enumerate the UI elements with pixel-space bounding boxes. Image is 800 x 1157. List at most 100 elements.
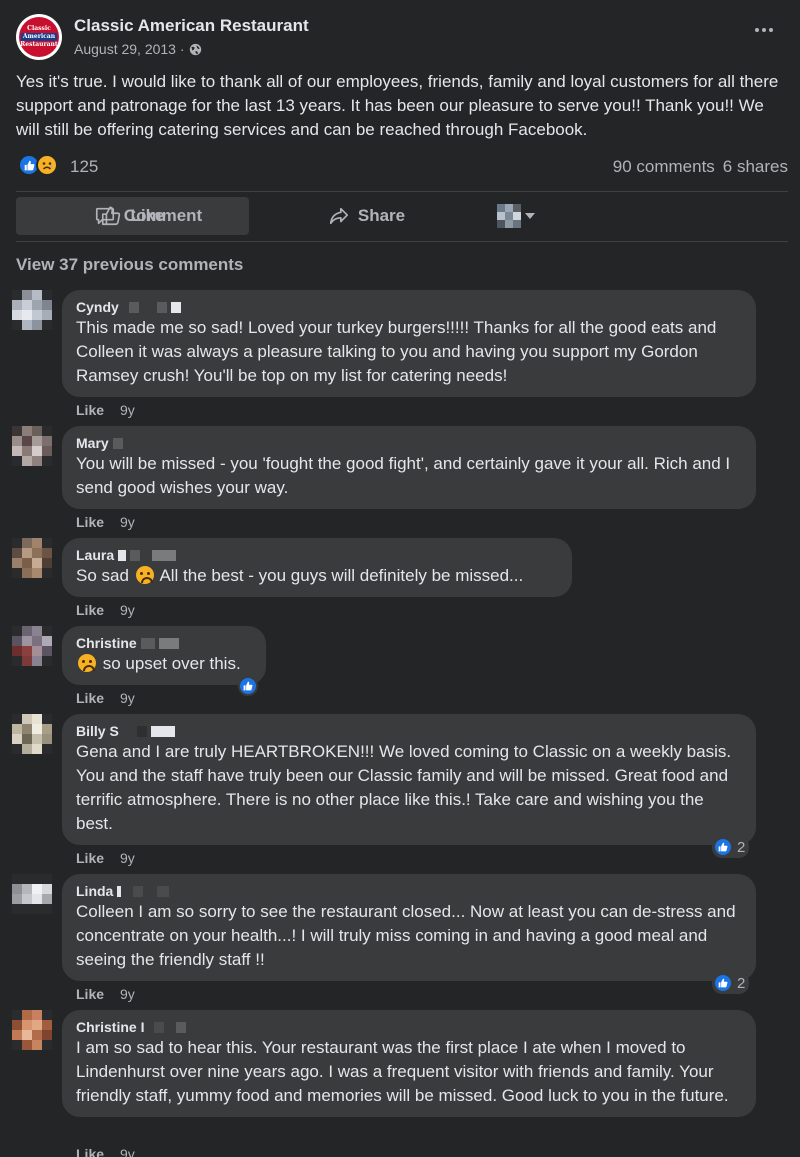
- like-reaction-icon: [713, 837, 733, 857]
- comment-meta: Like 9y: [76, 402, 135, 418]
- more-options-button[interactable]: [750, 20, 778, 40]
- comment-button[interactable]: Comment: [28, 197, 268, 235]
- commenter-avatar[interactable]: [12, 714, 52, 754]
- comment-text: Colleen I am so sorry to see the restaur…: [76, 902, 736, 969]
- redacted-name: [136, 725, 147, 737]
- commenter-avatar[interactable]: [12, 426, 52, 466]
- comment-age[interactable]: 9y: [120, 986, 135, 1002]
- post-meta: August 29, 2013 ·: [74, 41, 202, 57]
- comment-like-link[interactable]: Like: [76, 986, 104, 1002]
- view-previous-comments[interactable]: View 37 previous comments: [16, 255, 243, 275]
- comment-bubble: Cyndy This made me so sad! Loved your tu…: [62, 290, 756, 397]
- author-name: Billy S: [76, 723, 119, 739]
- comment-age[interactable]: 9y: [120, 690, 135, 706]
- globe-icon[interactable]: [189, 43, 202, 56]
- comment-text: So sad All the best - you guys will defi…: [76, 564, 558, 588]
- redacted-name: [157, 885, 170, 897]
- comment-text-part: so upset over this.: [98, 654, 241, 673]
- commenter-avatar[interactable]: [12, 538, 52, 578]
- commenter-avatar[interactable]: [12, 1010, 52, 1050]
- comment-reactions[interactable]: [238, 676, 258, 696]
- author-name: Mary: [76, 435, 109, 451]
- author-name: Christine: [76, 635, 137, 651]
- post-header: Classic American Restaurant Classic Amer…: [16, 12, 786, 62]
- share-label: Share: [357, 206, 406, 225]
- shares-count[interactable]: 6 shares: [723, 157, 788, 177]
- redacted-name: [112, 437, 123, 449]
- comment-author[interactable]: Laura: [76, 546, 558, 564]
- divider: [16, 191, 788, 192]
- redacted-name: [170, 301, 181, 313]
- comment-like-link[interactable]: Like: [76, 602, 104, 618]
- comment-author[interactable]: Christine: [76, 634, 252, 652]
- comments-count[interactable]: 90 comments: [613, 157, 715, 177]
- post-action-bar: Like Comment Share: [16, 197, 788, 235]
- redacted-name: [158, 637, 179, 649]
- comment-label: Comment: [123, 206, 203, 225]
- commenter-avatar[interactable]: [12, 290, 52, 330]
- redacted-name: [156, 301, 167, 313]
- comment-meta: Like 9y: [76, 690, 135, 706]
- comment-author[interactable]: Billy S: [76, 722, 742, 740]
- comment-reactions[interactable]: 2: [712, 836, 750, 858]
- redacted-name: [128, 301, 139, 313]
- comment-author[interactable]: Linda: [76, 882, 742, 900]
- page-avatar[interactable]: Classic American Restaurant: [16, 14, 62, 60]
- comment-reactions[interactable]: 2: [712, 972, 750, 994]
- redacted-name: [176, 1021, 187, 1033]
- comment-age[interactable]: 9y: [120, 850, 135, 866]
- page-name[interactable]: Classic American Restaurant: [74, 16, 309, 36]
- audience-selector[interactable]: [484, 197, 548, 235]
- comment-meta: Like 9y: [76, 1146, 135, 1157]
- commenter-avatar[interactable]: [12, 874, 52, 914]
- redacted-name: [150, 725, 175, 737]
- reaction-icons[interactable]: [18, 154, 58, 176]
- comment-author[interactable]: Christine I: [76, 1018, 742, 1036]
- comment-age[interactable]: 9y: [120, 514, 135, 530]
- share-button[interactable]: Share: [249, 197, 484, 235]
- reaction-count: 2: [737, 974, 746, 992]
- redacted-name: [130, 549, 141, 561]
- comment-author[interactable]: Mary: [76, 434, 742, 452]
- comment-author[interactable]: Cyndy: [76, 298, 742, 316]
- comment-age[interactable]: 9y: [120, 602, 135, 618]
- comment-bubble: Laura So sad All the best - you guys wil…: [62, 538, 572, 597]
- comment-bubble: Christine so upset over this.: [62, 626, 266, 685]
- comment-bubble: Mary You will be missed - you 'fought th…: [62, 426, 756, 509]
- more-icon-dot: [762, 28, 766, 32]
- redacted-name: [154, 1021, 165, 1033]
- comment-bubble: Linda Colleen I am so sorry to see the r…: [62, 874, 756, 981]
- comment-bubble: Billy S Gena and I are truly HEARTBROKEN…: [62, 714, 756, 845]
- redacted-name: [140, 637, 155, 649]
- share-icon: [329, 207, 348, 225]
- reaction-count[interactable]: 125: [70, 157, 98, 177]
- comment-bubble: Christine I I am so sad to hear this. Yo…: [62, 1010, 756, 1117]
- author-name: Laura: [76, 547, 115, 563]
- comment-like-link[interactable]: Like: [76, 850, 104, 866]
- post-date[interactable]: August 29, 2013 ·: [74, 41, 185, 57]
- redacted-name: [152, 549, 177, 561]
- logo-line-1: Classic: [27, 25, 51, 32]
- comment-like-link[interactable]: Like: [76, 402, 104, 418]
- comment-like-link[interactable]: Like: [76, 1146, 104, 1157]
- sad-reaction-icon: [36, 154, 58, 176]
- comment-text: I am so sad to hear this. Your restauran…: [76, 1038, 729, 1105]
- logo-line-3: Restaurant: [20, 41, 58, 48]
- comment-like-link[interactable]: Like: [76, 514, 104, 530]
- sad-emoji-icon: [135, 566, 154, 584]
- reactions-row: 125 90 comments 6 shares: [16, 154, 788, 180]
- more-icon-dot: [755, 28, 759, 32]
- comment-like-link[interactable]: Like: [76, 690, 104, 706]
- author-name: Christine I: [76, 1019, 145, 1035]
- comment-icon: [95, 207, 114, 225]
- engagement-counts: 90 comments 6 shares: [613, 157, 788, 177]
- commenter-avatar[interactable]: [12, 626, 52, 666]
- comment-text: This made me so sad! Loved your turkey b…: [76, 318, 717, 385]
- post-text: Yes it's true. I would like to thank all…: [16, 72, 779, 139]
- logo-line-2: American: [20, 33, 58, 41]
- sad-emoji-icon: [78, 654, 96, 672]
- comment-text: You will be missed - you 'fought the goo…: [76, 454, 731, 497]
- redacted-name: [117, 885, 122, 897]
- comment-age[interactable]: 9y: [120, 1146, 135, 1157]
- comment-age[interactable]: 9y: [120, 402, 135, 418]
